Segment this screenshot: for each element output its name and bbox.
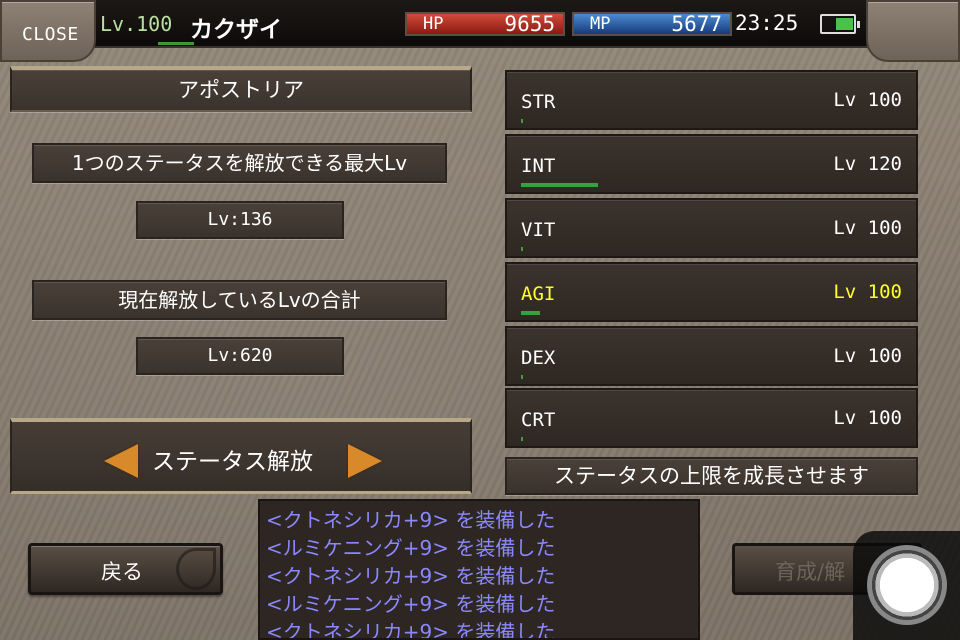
character-name: カクザイ — [190, 17, 282, 43]
mp-gauge: MP 5677 — [572, 12, 732, 36]
level-underline — [158, 42, 194, 45]
character-level: Lv.100 — [100, 12, 173, 36]
ornament-icon — [176, 548, 216, 590]
mp-value: 5677 — [671, 12, 722, 36]
class-name-plate: アポストリア — [10, 66, 472, 112]
hp-value: 9655 — [504, 12, 555, 36]
max-lv-label: 1つのステータスを解放できる最大Lv — [32, 143, 447, 183]
stat-row-int[interactable]: INT Lv 120 — [505, 134, 918, 194]
stat-name: STR — [521, 91, 556, 113]
close-label: CLOSE — [22, 24, 79, 45]
mp-label: MP — [590, 14, 611, 34]
mode-label: ステータス解放 — [152, 449, 313, 475]
home-ring-icon — [867, 545, 947, 625]
log-line: <クトネシリカ+9> を装備した — [266, 564, 556, 588]
arrow-left-icon[interactable] — [104, 444, 138, 478]
stat-progress-bar — [521, 119, 523, 123]
corner-ornament — [866, 0, 960, 62]
stat-level: Lv 100 — [833, 345, 902, 367]
stat-progress-bar — [521, 183, 598, 187]
clock: 23:25 — [735, 11, 799, 35]
stat-name: CRT — [521, 409, 556, 431]
total-lv-value: Lv:620 — [136, 337, 344, 375]
log-line: <ルミケニング+9> を装備した — [266, 536, 556, 560]
stat-name: AGI — [521, 283, 556, 305]
stat-progress-bar — [521, 375, 523, 379]
stat-row-agi[interactable]: AGI Lv 100 — [505, 262, 918, 322]
back-label: 戻る — [101, 560, 143, 584]
arrow-right-icon[interactable] — [348, 444, 382, 478]
total-lv-label: 現在解放しているLvの合計 — [32, 280, 447, 320]
log-line: <クトネシリカ+9> を装備した — [266, 620, 556, 640]
grow-release-label: 育成/解 — [775, 560, 846, 584]
back-button[interactable]: 戻る — [28, 543, 223, 595]
close-button[interactable]: CLOSE — [0, 0, 96, 62]
stat-level: Lv 100 — [833, 407, 902, 429]
stat-row-dex[interactable]: DEX Lv 100 — [505, 326, 918, 386]
hp-gauge: HP 9655 — [405, 12, 565, 36]
stat-row-crt[interactable]: CRT Lv 100 — [505, 388, 918, 448]
stat-level: Lv 100 — [833, 217, 902, 239]
stat-level: Lv 120 — [833, 153, 902, 175]
hp-label: HP — [423, 14, 444, 34]
stat-row-str[interactable]: STR Lv 100 — [505, 70, 918, 130]
stat-progress-bar — [521, 311, 540, 315]
stat-level: Lv 100 — [833, 281, 902, 303]
stat-name: VIT — [521, 219, 556, 241]
battery-icon — [820, 14, 860, 34]
stat-name: DEX — [521, 347, 556, 369]
stat-caption: ステータスの上限を成長させます — [505, 457, 918, 495]
stat-level: Lv 100 — [833, 89, 902, 111]
stat-row-vit[interactable]: VIT Lv 100 — [505, 198, 918, 258]
mode-switcher: ステータス解放 — [10, 418, 472, 494]
message-log: <クトネシリカ+9> を装備した <ルミケニング+9> を装備した <クトネシリカ+… — [258, 499, 700, 640]
stat-name: INT — [521, 155, 556, 177]
stat-list: STR Lv 100 INT Lv 120 VIT Lv 100 AGI Lv 100 DEX L… — [505, 70, 918, 448]
assistive-touch-button[interactable] — [853, 531, 960, 640]
max-lv-value: Lv:136 — [136, 201, 344, 239]
log-line: <クトネシリカ+9> を装備した — [266, 508, 556, 532]
log-line: <ルミケニング+9> を装備した — [266, 592, 556, 616]
stat-progress-bar — [521, 247, 523, 251]
stat-progress-bar — [521, 437, 523, 441]
